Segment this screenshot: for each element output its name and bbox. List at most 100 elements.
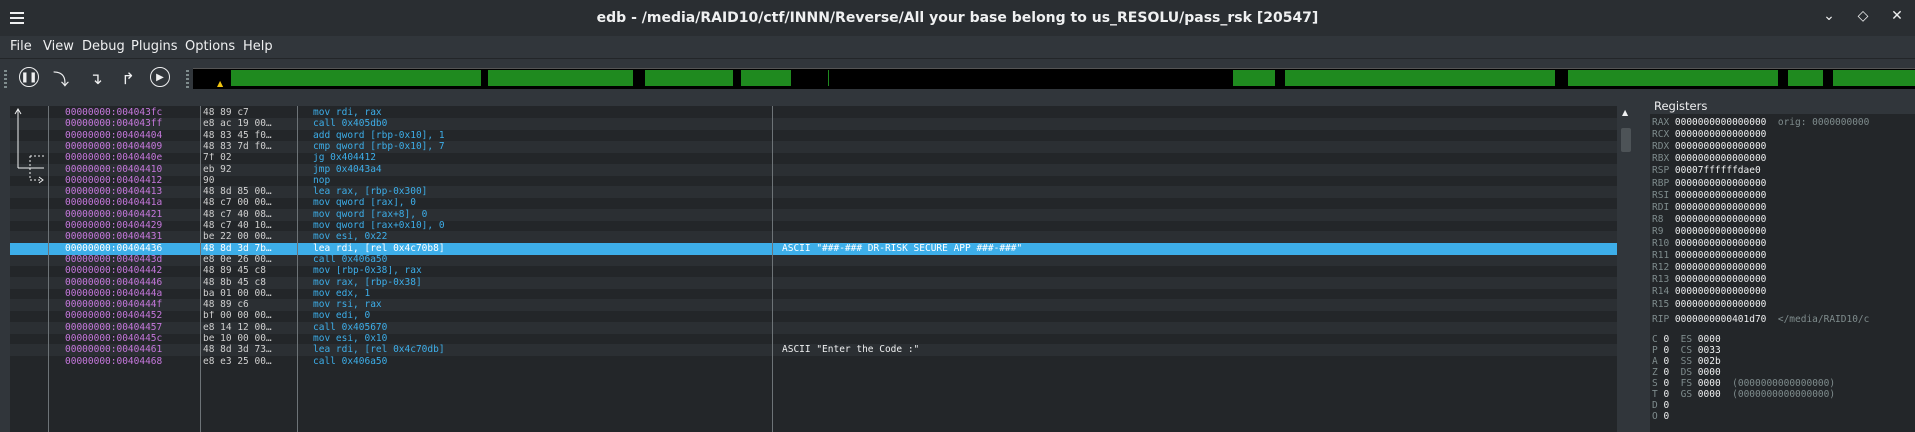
scroll-up-icon[interactable]: ▲: [1622, 108, 1628, 117]
disasm-row[interactable]: 00000000:0040443d e8 0e 26 00… call 0x406a…: [10, 253, 1617, 266]
flag-row[interactable]: O 0: [1652, 411, 1681, 423]
disasm-instruction: jmp 0x4043a4: [313, 163, 382, 175]
disasm-instruction: lea rax, [rbp-0x300]: [313, 186, 428, 198]
disasm-bytes: 48 c7 40 08…: [203, 208, 272, 220]
disasm-address: 00000000:0040441a: [65, 197, 163, 209]
disasm-address: 00000000:00404457: [65, 321, 163, 333]
disasm-row[interactable]: 00000000:0040444a ba 01 00 00… mov edx, 1: [10, 288, 1617, 300]
disasm-row[interactable]: 00000000:00404452 bf 00 00 00… mov edi, 0: [10, 310, 1617, 322]
flag-row-part: ES: [1680, 334, 1698, 345]
disasm-row[interactable]: 00000000:00404421 48 c7 40 08… mov qword […: [10, 208, 1617, 221]
disasm-row[interactable]: 00000000:00404436 48 8d 3d 7b… lea rdi, [r…: [10, 242, 1617, 255]
register-r13[interactable]: R13 0000000000000000: [1652, 274, 1766, 286]
disasm-row[interactable]: 00000000:0040444f 48 89 c6 mov rsi, rax: [10, 299, 1617, 312]
register-rip[interactable]: RIP 0000000000401d70 </media/RAID10/c: [1652, 314, 1869, 326]
disasm-bytes: 48 8d 3d 7b…: [203, 242, 272, 254]
register-rbp[interactable]: RBP 0000000000000000: [1652, 178, 1766, 190]
flag-row-part: D: [1652, 400, 1664, 411]
register-r13-part: R13: [1652, 274, 1675, 286]
register-rbp-part: 0000000000000000: [1674, 177, 1767, 189]
register-rdi-part: 0000000000000000: [1674, 201, 1767, 213]
disasm-instruction: mov qword [rax+0x10], 0: [313, 220, 445, 231]
flag-row-part: 0: [1663, 334, 1681, 345]
maximize-icon[interactable]: ◇: [1855, 8, 1871, 24]
register-r15-part: 0000000000000000: [1674, 298, 1767, 310]
disasm-address: 00000000:00404404: [65, 129, 163, 141]
disasm-instruction: lea rdi, [rel 0x4c70db]: [313, 344, 445, 356]
flag-row-part: 0000: [1697, 367, 1721, 378]
close-icon[interactable]: ✕: [1889, 8, 1905, 24]
disasm-row[interactable]: 00000000:0040441a 48 c7 00 00… mov qword […: [10, 197, 1617, 209]
disasm-bytes: e8 ac 19 00…: [203, 118, 272, 130]
register-rdx[interactable]: RDX 0000000000000000: [1652, 141, 1766, 153]
register-rax[interactable]: RAX 0000000000000000 orig: 0000000000: [1652, 117, 1869, 129]
disasm-address: 00000000:00404429: [65, 220, 163, 231]
disasm-row[interactable]: 00000000:00404457 e8 14 12 00… call 0x4056…: [10, 321, 1617, 334]
disasm-instruction: mov [rbp-0x38], rax: [313, 265, 422, 277]
step-out-icon[interactable]: ↱: [117, 67, 139, 89]
register-r12[interactable]: R12 0000000000000000: [1652, 262, 1766, 274]
toolbar-grip-2[interactable]: [186, 70, 189, 88]
step-over-icon[interactable]: ↴: [85, 67, 107, 89]
menu-plugins[interactable]: Plugins: [131, 39, 178, 54]
register-r11[interactable]: R11 0000000000000000: [1652, 250, 1766, 262]
register-rip-part: 0000000000401d70: [1674, 314, 1767, 325]
disassembly-view[interactable]: 00000000:00404468 e8 e3 25 00… call 0x406a…: [10, 106, 1617, 432]
disasm-instruction: mov rdi, rax: [313, 107, 382, 118]
disasm-row[interactable]: 00000000:00404412 90 nop: [10, 175, 1617, 187]
menu-view[interactable]: View: [43, 39, 74, 54]
disasm-address: 00000000:00404461: [65, 344, 163, 356]
disasm-instruction: call 0x406a50: [313, 253, 388, 265]
disasm-row[interactable]: 00000000:0040445c be 10 00 00… mov esi, 0x…: [10, 333, 1617, 345]
registers-title: Registers: [1650, 98, 1915, 114]
run-icon[interactable]: ▶: [150, 67, 170, 87]
minimize-icon[interactable]: ⌄: [1821, 8, 1837, 24]
register-rdx-part: 0000000000000000: [1674, 141, 1767, 153]
disassembly-scrollbar[interactable]: ▲: [1620, 106, 1632, 432]
disasm-row[interactable]: 00000000:0040440e 7f 02 jg 0x404412: [10, 152, 1617, 164]
register-r9[interactable]: R9 0000000000000000: [1652, 226, 1766, 238]
disasm-instruction: mov esi, 0x22: [313, 231, 388, 243]
pause-icon[interactable]: ❚❚: [19, 67, 39, 87]
menu-options[interactable]: Options: [185, 39, 235, 54]
register-rbx[interactable]: RBX 0000000000000000: [1652, 153, 1766, 165]
disasm-row[interactable]: 00000000:00404468 e8 e3 25 00… call 0x406a…: [10, 356, 1617, 368]
disasm-row[interactable]: 00000000:00404429 48 c7 40 10… mov qword […: [10, 220, 1617, 232]
disasm-instruction: jg 0x404412: [313, 152, 376, 164]
disasm-address: 00000000:0040444f: [65, 299, 163, 311]
disasm-row[interactable]: 00000000:00404409 48 83 7d f0… cmp qword […: [10, 140, 1617, 153]
register-r15[interactable]: R15 0000000000000000: [1652, 299, 1766, 311]
register-rsi-part: 0000000000000000: [1674, 189, 1767, 201]
disasm-row[interactable]: 00000000:00404431 be 22 00 00… mov esi, 0x…: [10, 231, 1617, 244]
memory-region-map[interactable]: ▲: [193, 68, 1915, 89]
toolbar-grip[interactable]: [4, 70, 7, 88]
register-rcx[interactable]: RCX 0000000000000000: [1652, 129, 1766, 141]
disasm-row[interactable]: 00000000:004043ff e8 ac 19 00… call 0x405d…: [10, 118, 1617, 131]
register-rsp[interactable]: RSP 00007ffffffdae0: [1652, 165, 1761, 177]
disasm-row[interactable]: 00000000:00404410 eb 92 jmp 0x4043a4: [10, 163, 1617, 176]
disasm-row[interactable]: 00000000:004043fc 48 89 c7 mov rdi, rax: [10, 107, 1617, 119]
disasm-row[interactable]: 00000000:00404413 48 8d 85 00… lea rax, [r…: [10, 186, 1617, 199]
disasm-instruction: mov rax, [rbp-0x38]: [313, 276, 422, 288]
disasm-bytes: 7f 02: [203, 152, 232, 164]
register-r14[interactable]: R14 0000000000000000: [1652, 286, 1766, 298]
register-rdi[interactable]: RDI 0000000000000000: [1652, 202, 1766, 214]
disasm-row[interactable]: 00000000:00404446 48 8b 45 c8 mov rax, [rb…: [10, 276, 1617, 289]
menu-help[interactable]: Help: [243, 39, 273, 54]
disasm-row[interactable]: 00000000:00404404 48 83 45 f0… add qword […: [10, 130, 1617, 142]
flag-row-part: A: [1652, 356, 1664, 367]
register-r8[interactable]: R8 0000000000000000: [1652, 214, 1766, 226]
disasm-bytes: e8 14 12 00…: [203, 321, 272, 333]
disasm-row[interactable]: 00000000:00404461 48 8d 3d 73… lea rdi, [r…: [10, 344, 1617, 357]
flag-row-part: O: [1652, 411, 1664, 422]
disasm-row[interactable]: 00000000:00404442 48 89 45 c8 mov [rbp-0x3…: [10, 265, 1617, 277]
register-r10[interactable]: R10 0000000000000000: [1652, 238, 1766, 250]
scrollbar-thumb[interactable]: [1621, 128, 1631, 152]
register-rbx-part: 0000000000000000: [1674, 153, 1767, 165]
step-into-icon[interactable]: ⤵: [50, 67, 72, 89]
flag-row-part: S: [1652, 378, 1664, 389]
register-rsi[interactable]: RSI 0000000000000000: [1652, 190, 1766, 202]
menu-file[interactable]: File: [10, 39, 32, 54]
menu-debug[interactable]: Debug: [82, 39, 125, 54]
disasm-bytes: e8 0e 26 00…: [203, 253, 272, 265]
